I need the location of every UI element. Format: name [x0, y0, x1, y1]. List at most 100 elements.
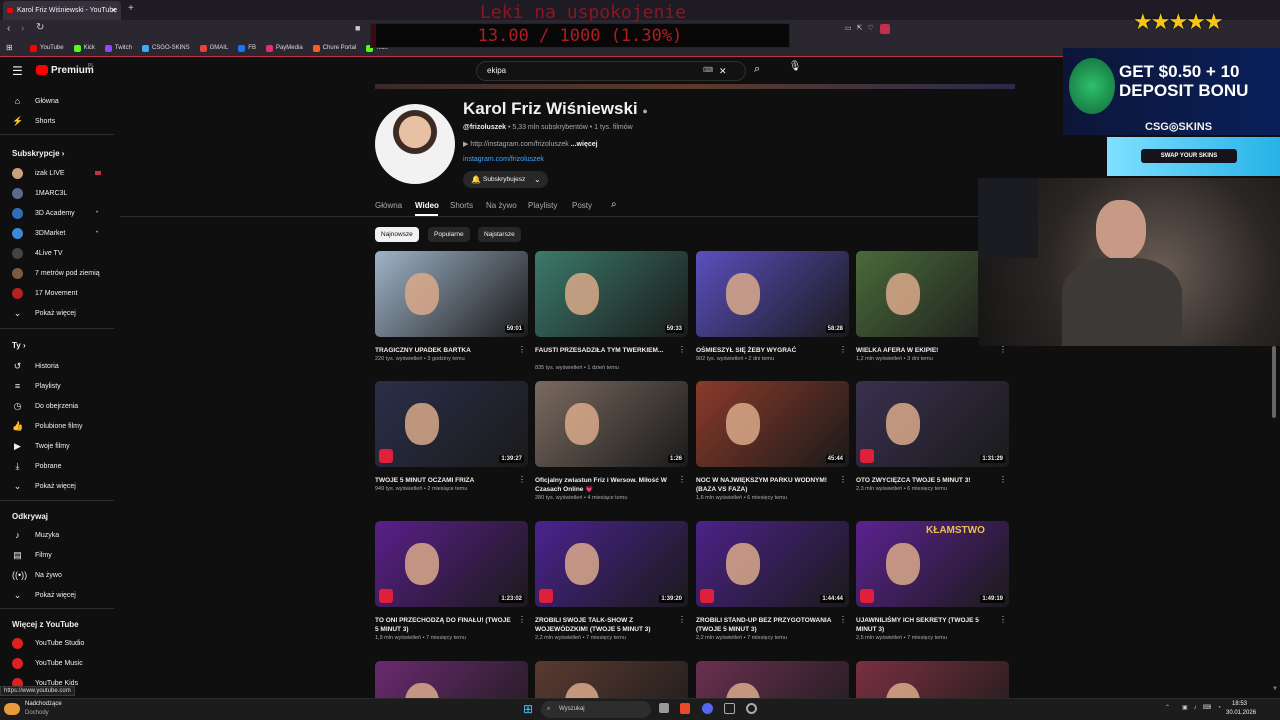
- search-icon[interactable]: ⌕: [754, 63, 760, 76]
- video-thumbnail[interactable]: 1:31:29: [856, 381, 1009, 467]
- video-title[interactable]: TRAGICZNY UPADEK BARTKA: [375, 346, 515, 355]
- tab-home[interactable]: Główna: [375, 201, 402, 210]
- video-title[interactable]: UJAWNILIŚMY ICH SEKRETY (TWOJE 5 MINUT 3…: [856, 616, 996, 634]
- sidebar-item-music[interactable]: ♪ Muzyka: [0, 526, 116, 544]
- video-title[interactable]: NOC W NAJWIĘKSZYM PARKU WODNYM! (BAZA VS…: [696, 476, 836, 494]
- youtube-logo-icon[interactable]: [36, 65, 48, 75]
- sidebar-sub-item[interactable]: izak LIVE: [0, 164, 116, 182]
- channel-search-icon[interactable]: ⌕: [611, 199, 617, 210]
- new-tab-button[interactable]: +: [128, 3, 134, 14]
- sidebar-item-watch-later[interactable]: ◷ Do obejrzenia: [0, 397, 116, 415]
- sidebar-sub-item[interactable]: 1MARC3L: [0, 184, 116, 202]
- video-thumbnail[interactable]: 59:33: [535, 251, 688, 337]
- obs-icon[interactable]: [746, 703, 757, 714]
- menu-icon[interactable]: ☰: [12, 64, 23, 78]
- video-card[interactable]: 1:39:27 TWOJE 5 MINUT OCZAMI FRIZA 949 tys…: [375, 381, 528, 501]
- video-thumbnail[interactable]: [535, 661, 688, 698]
- video-thumbnail[interactable]: [375, 661, 528, 698]
- toolbar-actions-icon[interactable]: ▭⇱♡: [845, 24, 879, 32]
- bookmark-item[interactable]: CSGO-SKINS: [141, 44, 190, 52]
- sidebar-item-downloads[interactable]: ⤓ Pobrane: [0, 457, 116, 475]
- video-title[interactable]: TO ONI PRZECHODZĄ DO FINAŁU! (TWOJE 5 MI…: [375, 616, 515, 634]
- tray-icons[interactable]: ▣♪⌨◔: [1182, 704, 1227, 711]
- video-card[interactable]: 45:44 NOC W NAJWIĘKSZYM PARKU WODNYM! (BA…: [696, 381, 849, 501]
- brave-browser-icon[interactable]: [680, 703, 690, 714]
- video-card[interactable]: 1:39:20 ZROBILI SWOJE TALK-SHOW Z WOJEWÓD…: [535, 521, 688, 641]
- sidebar-item-history[interactable]: ↺ Historia: [0, 357, 116, 375]
- video-title[interactable]: ZROBILI STAND-UP BEZ PRZYGOTOWANIA (TWOJ…: [696, 616, 836, 634]
- video-thumbnail[interactable]: 1:44:44: [696, 521, 849, 607]
- close-tab-icon[interactable]: ✕: [110, 6, 117, 15]
- tab-posts[interactable]: Posty: [572, 201, 592, 210]
- video-title[interactable]: ZROBILI SWOJE TALK-SHOW Z WOJEWÓDZKIM! (…: [535, 616, 675, 634]
- video-thumbnail[interactable]: 59:01: [375, 251, 528, 337]
- video-card[interactable]: 58:28 OŚMIESZYŁ SIĘ ŻEBY WYGRAĆ 902 tys. w…: [696, 251, 849, 371]
- subscriptions-header[interactable]: Subskrypcje ›: [12, 149, 64, 158]
- video-thumbnail[interactable]: 45:44: [696, 381, 849, 467]
- extension-icon[interactable]: [880, 24, 890, 34]
- clock-time[interactable]: 18:53: [1232, 701, 1247, 707]
- sponsor-banner[interactable]: GET $0.50 + 10 DEPOSIT BONU CSG◎SKINS: [1063, 48, 1280, 135]
- video-thumbnail[interactable]: 1:23:02: [375, 521, 528, 607]
- back-icon[interactable]: ‹: [7, 23, 10, 34]
- more-options-icon[interactable]: ⋮: [518, 615, 526, 624]
- search-input[interactable]: ekipa ✕ ⌨: [476, 61, 746, 81]
- reload-icon[interactable]: ↻: [36, 22, 44, 33]
- video-title[interactable]: FAUSTI PRZESADZIŁA TYM TWERKIEM...: [535, 346, 675, 355]
- video-thumbnail[interactable]: 1:39:20: [535, 521, 688, 607]
- video-title[interactable]: WIELKA AFERA W EKIPIE!: [856, 346, 996, 355]
- sponsor-button-banner[interactable]: SWAP YOUR SKINS: [1107, 137, 1280, 176]
- scrollbar-thumb[interactable]: [1272, 346, 1276, 418]
- sidebar-item-youtube-studio[interactable]: YouTube Studio: [0, 634, 116, 652]
- sidebar-sub-item[interactable]: 3D Academy •: [0, 204, 116, 222]
- bookmark-item[interactable]: Twitch: [104, 44, 132, 52]
- more-options-icon[interactable]: ⋮: [839, 615, 847, 624]
- sidebar-show-more[interactable]: ⌄ Pokaż więcej: [0, 304, 116, 322]
- video-card[interactable]: 1:23:02 TO ONI PRZECHODZĄ DO FINAŁU! (TWO…: [375, 521, 528, 641]
- bookmark-item[interactable]: GMAIL: [199, 44, 228, 52]
- swap-skins-button[interactable]: SWAP YOUR SKINS: [1141, 149, 1237, 163]
- more-options-icon[interactable]: ⋮: [999, 475, 1007, 484]
- sidebar-item-films[interactable]: ▤ Filmy: [0, 546, 116, 564]
- taskbar-search[interactable]: ⌕ Wyszukaj: [541, 701, 651, 718]
- bookmark-item[interactable]: YouTube: [30, 44, 64, 52]
- video-title[interactable]: Oficjalny zwiastun Friz i Wersow. Miłość…: [535, 476, 675, 494]
- more-options-icon[interactable]: ⋮: [678, 475, 686, 484]
- video-card[interactable]: [375, 661, 528, 698]
- discord-icon[interactable]: [702, 703, 713, 714]
- sidebar-sub-item[interactable]: 3DMarket •: [0, 224, 116, 242]
- sidebar-show-more[interactable]: ⌄ Pokaż więcej: [0, 477, 116, 495]
- more-link[interactable]: ...więcej: [571, 141, 598, 148]
- you-header[interactable]: Ty ›: [12, 341, 26, 350]
- bookmark-item[interactable]: Chure Portal: [312, 44, 356, 52]
- video-card[interactable]: KŁAMSTWO 1:49:19 UJAWNILIŚMY ICH SEKRETY (…: [856, 521, 1009, 641]
- video-title[interactable]: OŚMIESZYŁ SIĘ ŻEBY WYGRAĆ: [696, 346, 836, 355]
- video-thumbnail[interactable]: KŁAMSTWO 1:49:19: [856, 521, 1009, 607]
- more-options-icon[interactable]: ⋮: [999, 345, 1007, 354]
- instagram-link[interactable]: instagram.com/frizoluszek: [463, 156, 544, 163]
- more-options-icon[interactable]: ⋮: [999, 615, 1007, 624]
- video-card[interactable]: [696, 661, 849, 698]
- sidebar-item-home[interactable]: ⌂ Główna: [0, 92, 116, 110]
- browser-tab[interactable]: Karol Friz Wiśniewski - YouTube ✕: [3, 1, 121, 20]
- tray-chevron-icon[interactable]: ⌃: [1165, 704, 1170, 711]
- channel-description[interactable]: ▶ http://instagram.com/frizoluszek ...wi…: [463, 140, 598, 148]
- bookmark-item[interactable]: FB: [238, 44, 256, 52]
- video-thumbnail[interactable]: 1:39:27: [375, 381, 528, 467]
- sidebar-item-shorts[interactable]: ⚡ Shorts: [0, 112, 116, 130]
- chip-newest[interactable]: Najnowsze: [375, 227, 419, 242]
- sidebar-item-liked[interactable]: 👍 Polubione filmy: [0, 417, 116, 435]
- video-thumbnail[interactable]: 1:26: [535, 381, 688, 467]
- video-card[interactable]: [535, 661, 688, 698]
- more-options-icon[interactable]: ⋮: [678, 615, 686, 624]
- clear-search-icon[interactable]: ✕: [719, 62, 727, 80]
- windows-start-icon[interactable]: ⊞: [523, 702, 533, 716]
- tab-playlists[interactable]: Playlisty: [528, 201, 557, 210]
- bookmark-item[interactable]: Kick: [73, 44, 95, 52]
- more-options-icon[interactable]: ⋮: [839, 475, 847, 484]
- app-icon[interactable]: [724, 703, 735, 714]
- forward-icon[interactable]: ›: [21, 23, 24, 34]
- video-card[interactable]: 1:44:44 ZROBILI STAND-UP BEZ PRZYGOTOWANI…: [696, 521, 849, 641]
- video-title[interactable]: OTO ZWYCIĘZCA TWOJE 5 MINUT 3!: [856, 476, 996, 485]
- video-card[interactable]: 1:31:29 OTO ZWYCIĘZCA TWOJE 5 MINUT 3! 2,3…: [856, 381, 1009, 501]
